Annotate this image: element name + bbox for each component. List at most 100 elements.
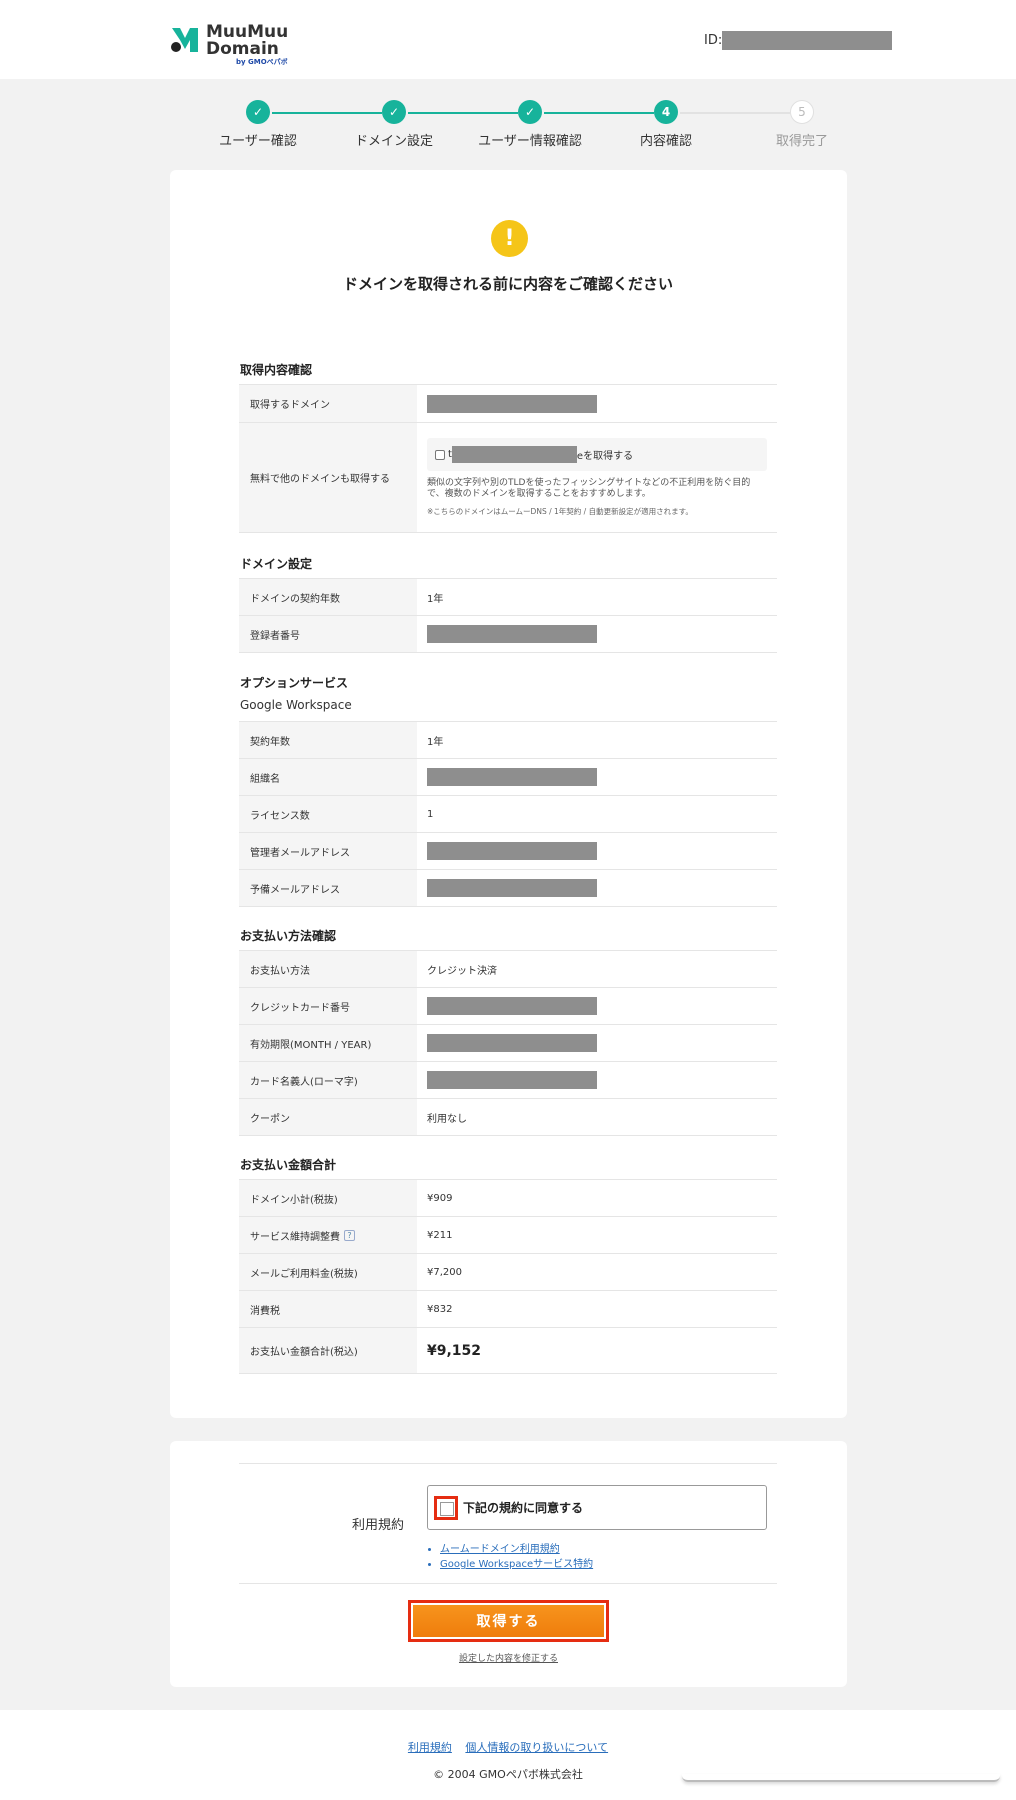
footer-links: 利用規約 個人情報の取り扱いについて	[0, 1739, 1016, 1755]
option-service-name: Google Workspace	[240, 698, 352, 712]
row-label: カード名義人(ローマ字)	[239, 1062, 417, 1098]
redacted-domain	[427, 394, 597, 413]
footer-link-terms[interactable]: 利用規約	[408, 1741, 452, 1754]
row-label: ドメイン小計(税抜)	[239, 1180, 417, 1216]
terms-label: 利用規約	[352, 1518, 405, 1533]
table-row: 管理者メールアドレス	[239, 833, 777, 870]
row-label: サービス維持調整費 ?	[239, 1217, 417, 1253]
help-icon[interactable]: ?	[344, 1229, 355, 1241]
divider	[239, 1583, 777, 1584]
row-label: ドメインの契約年数	[239, 579, 417, 615]
step-content-confirm: 4 内容確認	[596, 100, 736, 149]
table-row: サービス維持調整費 ? ¥211	[239, 1217, 777, 1254]
step-number: 5	[790, 100, 814, 124]
free-domain-option[interactable]: t eを取得する	[427, 438, 767, 471]
muumuu-domain-logo[interactable]: MuuMuu Domain by GMOペパボ	[168, 24, 288, 67]
domain-settings-table: ドメインの契約年数 1年 登録者番号	[239, 578, 777, 653]
step-complete: 5 取得完了	[732, 100, 872, 149]
check-icon: ✓	[246, 100, 270, 124]
table-row: 有効期限(MONTH / YEAR)	[239, 1025, 777, 1062]
redacted-org-name	[427, 768, 597, 786]
row-value: t eを取得する 類似の文字列や別のTLDを使ったフィッシングサイトなどの不正利…	[417, 423, 777, 532]
check-icon: ✓	[518, 100, 542, 124]
section-title-acquisition: 取得内容確認	[240, 363, 313, 377]
logo-mark-icon	[168, 24, 202, 54]
table-row: ドメインの契約年数 1年	[239, 579, 777, 616]
check-icon: ✓	[382, 100, 406, 124]
row-value	[417, 1062, 777, 1098]
payment-table: お支払い方法 クレジット決済 クレジットカード番号 有効期限(MONTH / Y…	[239, 950, 777, 1136]
free-domain-suffix: eを取得する	[576, 451, 634, 462]
row-label: 登録者番号	[239, 616, 417, 652]
row-label: 管理者メールアドレス	[239, 833, 417, 869]
redacted-free-domain	[451, 446, 577, 463]
step-label: 取得完了	[775, 134, 828, 149]
total-amount: ¥9,152	[427, 1342, 482, 1359]
row-value: 1年	[427, 736, 444, 748]
table-row: 登録者番号	[239, 616, 777, 653]
totals-table: ドメイン小計(税抜) ¥909 サービス維持調整費 ? ¥211 メールご利用料…	[239, 1179, 777, 1374]
redacted-card-number	[427, 997, 597, 1015]
terms-link-google-workspace[interactable]: Google Workspaceサービス特約	[440, 1559, 593, 1570]
row-value: ¥832	[427, 1303, 453, 1315]
service-fee-label: サービス維持調整費	[250, 1231, 340, 1243]
terms-agree-box[interactable]: 下記の規約に同意する	[427, 1485, 767, 1530]
table-row: ライセンス数 1	[239, 796, 777, 833]
table-row: お支払い方法 クレジット決済	[239, 951, 777, 988]
redacted-registrant-number	[427, 625, 597, 643]
terms-agree-checkbox[interactable]	[434, 1495, 458, 1520]
table-row: 取得するドメイン	[239, 385, 777, 423]
free-domain-note: 類似の文字列や別のTLDを使ったフィッシングサイトなどの不正利用を防ぐ目的で、複…	[427, 478, 751, 499]
step-label: ユーザー確認	[219, 134, 297, 149]
table-row: メールご利用料金(税抜) ¥7,200	[239, 1254, 777, 1291]
redacted-user-id	[722, 31, 893, 50]
row-label: 契約年数	[239, 722, 417, 758]
row-label: 予備メールアドレス	[239, 870, 417, 906]
redacted-card-holder	[427, 1071, 597, 1089]
row-value	[417, 833, 777, 869]
free-domain-small-note: ※こちらのドメインはムームーDNS / 1年契約 / 自動更新設定が適用されます…	[427, 507, 693, 516]
warning-icon: !	[491, 220, 528, 257]
step-label: ユーザー情報確認	[478, 134, 582, 149]
terms-agree-text: 下記の規約に同意する	[463, 1501, 584, 1515]
terms-link-muumuu[interactable]: ムームードメイン利用規約	[440, 1544, 560, 1555]
user-id-label: ID:	[704, 33, 723, 48]
row-label: お支払い金額合計(税込)	[239, 1328, 417, 1373]
row-label: クーポン	[239, 1099, 417, 1135]
acquisition-table: 取得するドメイン 無料で他のドメインも取得する t eを取得する 類似の文字列や…	[239, 384, 777, 533]
row-value	[417, 385, 777, 422]
row-value	[417, 616, 777, 652]
page-title: ドメインを取得される前に内容をご確認ください	[342, 275, 673, 293]
row-value: 1	[427, 808, 434, 820]
progress-steps: ✓ ユーザー確認 ✓ ドメイン設定 ✓ ユーザー情報確認 4 内容確認 5 取得…	[190, 100, 830, 150]
terms-links: ムームードメイン利用規約 Google Workspaceサービス特約	[440, 1542, 593, 1572]
footer-link-privacy[interactable]: 個人情報の取り扱いについて	[465, 1741, 608, 1754]
row-value	[417, 988, 777, 1024]
table-row: 消費税 ¥832	[239, 1291, 777, 1328]
acquire-button[interactable]: 取得する	[413, 1605, 604, 1637]
row-value: ¥9,152	[417, 1328, 777, 1373]
row-label: クレジットカード番号	[239, 988, 417, 1024]
list-item: Google Workspaceサービス特約	[440, 1557, 593, 1572]
step-label: 内容確認	[639, 134, 692, 149]
redacted-spare-email	[427, 879, 597, 897]
table-row: 予備メールアドレス	[239, 870, 777, 907]
table-row: 契約年数 1年	[239, 722, 777, 759]
row-value	[417, 759, 777, 795]
section-title-totals: お支払い金額合計	[240, 1158, 337, 1172]
row-label: メールご利用料金(税抜)	[239, 1254, 417, 1290]
site-footer: 利用規約 個人情報の取り扱いについて © 2004 GMOペパボ株式会社	[0, 1710, 1016, 1800]
free-domain-checkbox[interactable]	[435, 449, 445, 460]
row-label: 無料で他のドメインも取得する	[239, 423, 417, 532]
row-value: ¥7,200	[427, 1266, 462, 1278]
redacted-expiry	[427, 1034, 597, 1052]
step-number: 4	[654, 100, 678, 124]
modify-settings-link[interactable]: 設定した内容を修正する	[408, 1651, 609, 1664]
table-row: クレジットカード番号	[239, 988, 777, 1025]
row-value	[417, 1025, 777, 1061]
logo-subtitle: by GMOペパボ	[236, 58, 288, 66]
row-label: 有効期限(MONTH / YEAR)	[239, 1025, 417, 1061]
table-row: クーポン 利用なし	[239, 1099, 777, 1136]
row-value: クレジット決済	[427, 965, 497, 977]
step-label: ドメイン設定	[354, 134, 433, 149]
